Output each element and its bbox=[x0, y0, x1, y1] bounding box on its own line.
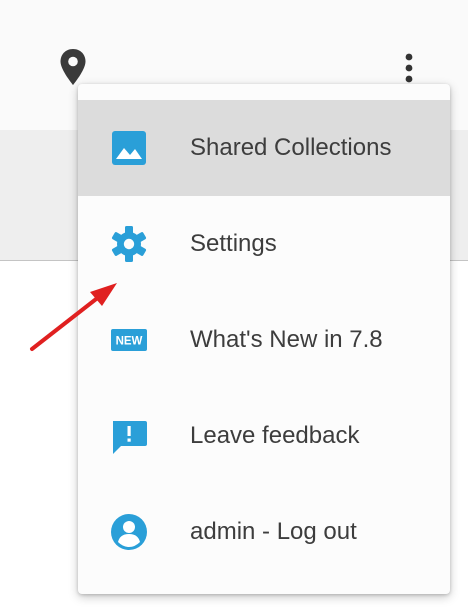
menu-item-label: Shared Collections bbox=[190, 134, 392, 161]
menu-item-settings[interactable]: Settings bbox=[78, 196, 450, 292]
menu-item-whats-new[interactable]: NEW What's New in 7.8 bbox=[78, 292, 450, 388]
account-circle-icon bbox=[111, 514, 147, 550]
menu-item-label: admin - Log out bbox=[190, 518, 357, 545]
menu-item-label: What's New in 7.8 bbox=[190, 326, 383, 353]
feedback-icon bbox=[113, 421, 147, 454]
menu-item-label: Settings bbox=[190, 230, 277, 257]
menu-item-shared-collections[interactable]: Shared Collections bbox=[78, 100, 450, 196]
dropdown-menu: Shared Collections Settings NEW What's N… bbox=[78, 84, 450, 594]
menu-item-leave-feedback[interactable]: Leave feedback bbox=[78, 388, 450, 484]
map-pin-icon[interactable] bbox=[58, 47, 88, 87]
menu-item-logout[interactable]: admin - Log out bbox=[78, 484, 450, 580]
gear-icon bbox=[111, 226, 147, 262]
new-badge-text: NEW bbox=[116, 336, 143, 348]
new-badge-icon: NEW bbox=[111, 329, 147, 351]
menu-item-label: Leave feedback bbox=[190, 422, 360, 449]
more-vertical-icon[interactable] bbox=[398, 50, 420, 86]
image-icon bbox=[112, 131, 146, 165]
